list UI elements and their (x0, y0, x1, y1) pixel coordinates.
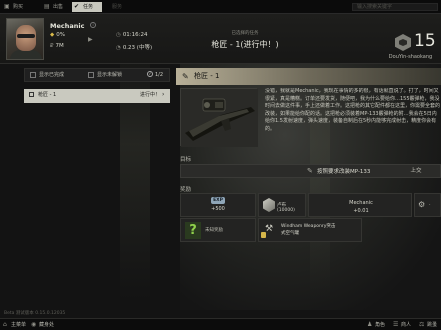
task-icon: ✔ (74, 3, 80, 10)
standing-trader: Mechanic (349, 200, 373, 206)
button-label: 跳蚤 (427, 322, 438, 328)
unknown-reward-label: 未知奖励 (205, 228, 223, 233)
reward-standing: Mechanic +0.01 (308, 193, 412, 217)
extra-reward-mark: · (429, 202, 431, 208)
trader-name: Mechanic (50, 22, 85, 30)
button-label: 商人 (401, 322, 412, 328)
quest-description: 没错，我就是Mechanic，我现在事情的多的很，有话就直说了。打了，时间又很紧… (265, 88, 441, 132)
tab-label: 任务 (83, 4, 94, 10)
sell-icon: ▤ (44, 3, 50, 10)
rewards-label: 奖励 (180, 187, 192, 193)
checkbox-label: 显示未解锁 (97, 72, 123, 78)
show-completed-checkbox[interactable]: 显示已完成 (30, 72, 64, 78)
level-icon (395, 34, 411, 51)
standing-reward-value: +0.01 (353, 208, 369, 214)
standing-value: 0% (56, 32, 65, 38)
home-icon: ⌂ (3, 321, 7, 328)
top-bar: ▣ 购买 ▤ 出售 ✔ 任务 服务 输入搜索关键字 (0, 0, 441, 14)
exp-value: +500 (211, 206, 225, 212)
character-button[interactable]: ♟ 角色 (366, 321, 385, 329)
quest-type-icon (29, 92, 34, 97)
trader-avatar (6, 18, 44, 60)
restock-timer: ◷ 01:16:24 (116, 32, 148, 38)
hideout-icon: ◉ (31, 321, 37, 328)
reward-unknown[interactable]: ? 未知奖励 (180, 218, 256, 242)
counter-value: 1/2 (155, 72, 164, 78)
tab-tasks[interactable]: ✔ 任务 (72, 2, 102, 12)
trader-money: ₽7M (50, 43, 64, 49)
rate-value: 0.23 (中等) (122, 45, 153, 51)
tab-label: 购买 (13, 4, 24, 10)
standing-icon: ◆ (50, 32, 55, 38)
reward-item-name: 卢布 (10000) (277, 203, 295, 213)
traders-icon: ☰ (393, 321, 399, 328)
unlock-name-line2: 式空气罐 (281, 231, 299, 236)
cart-icon: ▣ (4, 3, 10, 10)
wrench-icon: ✎ (307, 167, 313, 175)
trader-header: Mechanic i ◆ 0% ₽7M ▶ ◷ 01:16:24 ◔ 0.23 (中等… (0, 14, 441, 64)
quest-counter: ✓ 1/2 (147, 71, 164, 78)
exp-badge: EXP (211, 197, 225, 204)
turn-in-button[interactable]: 上交 (396, 167, 436, 176)
button-label: 角色 (375, 322, 386, 328)
quest-name: 枪匠 - 1 (38, 92, 57, 98)
checkbox-icon (30, 72, 36, 78)
search-input[interactable]: 输入搜索关键字 (352, 3, 438, 11)
tab-sell[interactable]: ▤ 出售 (42, 2, 70, 12)
checkbox-icon (88, 72, 94, 78)
money-value: 7M (55, 43, 64, 49)
objective-label: 目标 (180, 157, 192, 163)
button-label: 藏身处 (39, 322, 55, 328)
bottom-bar: ⌂ 主菜单 ◉ 藏身处 ♟ 角色 ☰ 商人 ⚖ 跳蚤 (0, 318, 441, 330)
show-locked-checkbox[interactable]: 显示未解锁 (88, 72, 122, 78)
clock-icon: ◷ (116, 32, 121, 38)
objective-text: 按照要求改装MP-133 (317, 169, 371, 175)
tool-icon: ⚒ (265, 224, 274, 234)
hideout-button[interactable]: ◉ 藏身处 (30, 321, 54, 329)
main-menu-button[interactable]: ⌂ 主菜单 (2, 321, 26, 329)
reward-exp: EXP +500 (180, 193, 256, 217)
quest-status: 进行中！ (140, 92, 161, 98)
selected-quest-title: 枪匠 - 1(进行中！) (211, 40, 279, 49)
quest-filters: 显示已完成 显示未解锁 ✓ 1/2 (24, 68, 170, 82)
chevron-right-icon: ▶ (88, 36, 93, 43)
lock-icon (261, 232, 266, 238)
traders-button[interactable]: ☰ 商人 (392, 321, 411, 329)
info-icon[interactable]: i (90, 22, 96, 28)
ruble-icon: ₽ (50, 43, 54, 49)
username: DouYin-shaokang (388, 54, 433, 60)
reward-extra[interactable]: ⚙ · (414, 193, 441, 217)
quest-header: ✎ 枪匠 - 1 (176, 68, 441, 85)
button-label: 主菜单 (11, 322, 27, 328)
reward-unlock[interactable]: ⚒ Windham Weaponry突击 式空气罐 (258, 218, 362, 242)
version-label: Beta 测试版本 0.15.0.12035 (4, 311, 66, 316)
checkbox-label: 显示已完成 (39, 72, 65, 78)
reward-item[interactable]: 卢布 (10000) (258, 193, 306, 217)
selected-quest-label: 已选择的任务 (231, 31, 259, 36)
timer-value: 01:16:24 (122, 32, 148, 38)
objective-row: ✎ 按照要求改装MP-133 上交 (180, 164, 441, 178)
player-level: 15 (414, 31, 436, 51)
flea-button[interactable]: ⚖ 跳蚤 (418, 321, 437, 329)
character-icon: ♟ (367, 321, 373, 328)
wrench-icon: ✎ (182, 72, 189, 81)
flea-icon: ⚖ (419, 321, 425, 328)
tab-label: 出售 (53, 4, 64, 10)
quest-list-item[interactable]: 枪匠 - 1 进行中！ › (24, 89, 170, 103)
check-circle-icon: ✓ (147, 71, 153, 77)
item-icon (263, 198, 275, 212)
quest-title: 枪匠 - 1 (194, 72, 220, 80)
gear-icon: ⚙ (418, 200, 426, 209)
question-icon: ? (185, 222, 201, 239)
quest-image (180, 88, 258, 147)
tab-services: 服务 (112, 4, 123, 10)
trader-rate: ◔ 0.23 (中等) (116, 43, 152, 51)
rate-icon: ◔ (116, 45, 121, 51)
trader-standing: ◆ 0% (50, 32, 65, 38)
tab-buy[interactable]: ▣ 购买 (2, 2, 40, 12)
chevron-right-icon: › (162, 91, 165, 98)
unlock-name-line1: Windham Weaponry突击 (281, 224, 336, 229)
